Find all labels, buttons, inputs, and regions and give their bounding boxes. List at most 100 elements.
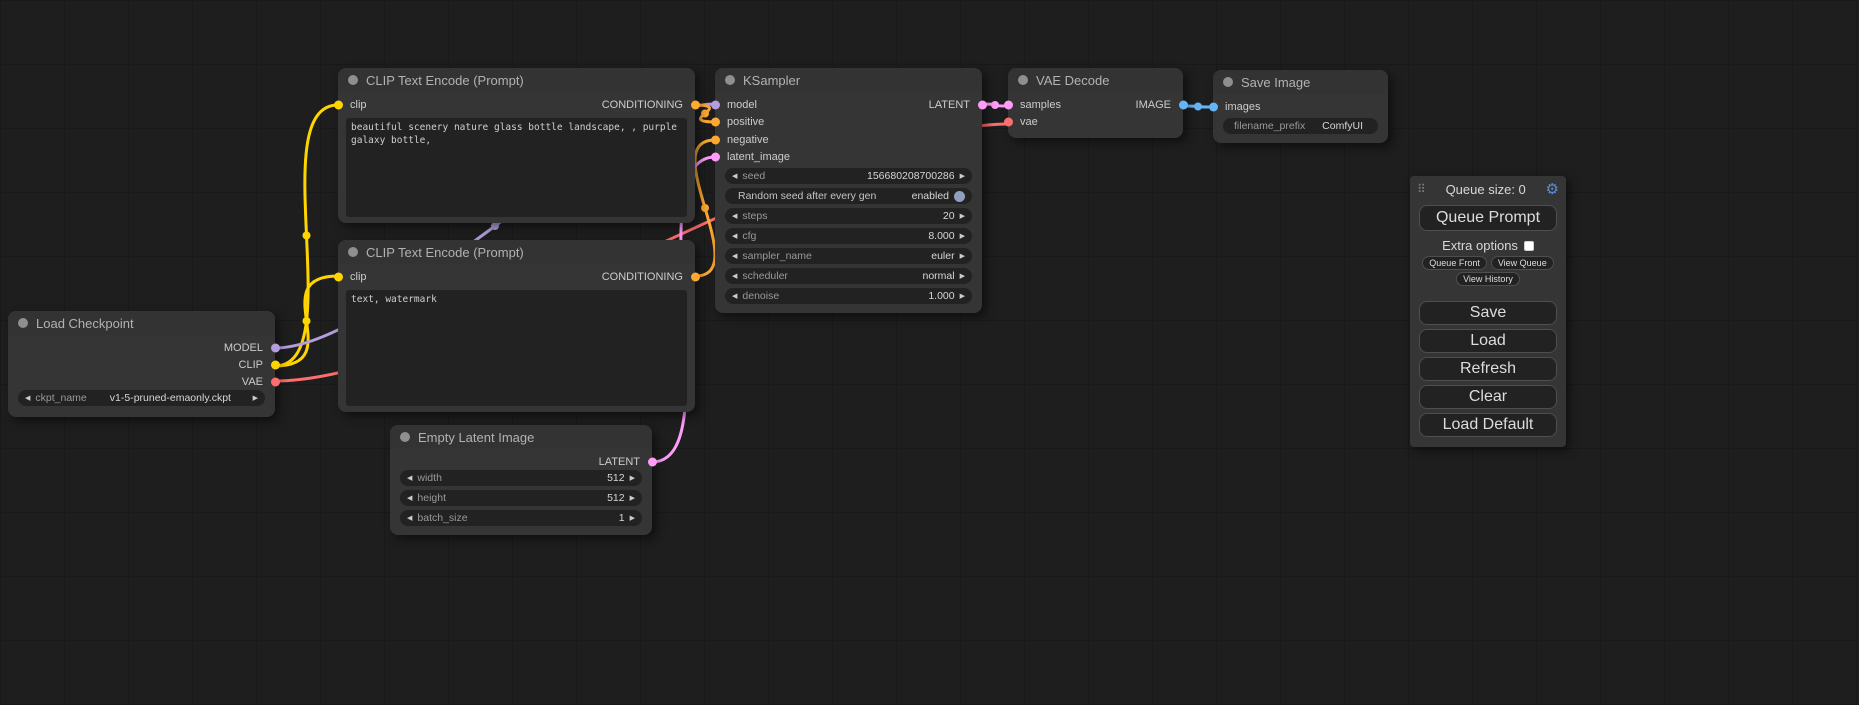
negative-input-port[interactable] — [711, 135, 720, 144]
decrement-arrow-icon[interactable]: ◀ — [732, 273, 737, 280]
decrement-arrow-icon[interactable]: ◀ — [732, 173, 737, 180]
vae-input-port[interactable] — [1004, 118, 1013, 127]
drag-handle-icon[interactable]: ⠿ — [1417, 182, 1426, 196]
collapse-dot-icon[interactable] — [348, 247, 358, 257]
view-queue-button[interactable]: View Queue — [1491, 256, 1554, 270]
samples-input-port[interactable] — [1004, 100, 1013, 109]
increment-arrow-icon[interactable]: ▶ — [960, 213, 965, 220]
node-ksampler[interactable]: KSampler model LATENT positive negative … — [715, 68, 982, 313]
node-save-image[interactable]: Save Image images filename_prefix ComfyU… — [1213, 70, 1388, 143]
collapse-dot-icon[interactable] — [725, 75, 735, 85]
increment-arrow-icon[interactable]: ▶ — [630, 495, 635, 502]
latent-output-port[interactable] — [648, 457, 657, 466]
decrement-arrow-icon[interactable]: ◀ — [732, 253, 737, 260]
load-button[interactable]: Load — [1419, 329, 1557, 353]
widget-label: Random seed after every gen — [738, 190, 876, 202]
latent-output-port[interactable] — [978, 100, 987, 109]
extra-options-checkbox[interactable] — [1524, 241, 1534, 251]
clip-output-port[interactable] — [271, 360, 280, 369]
decrement-arrow-icon[interactable]: ◀ — [25, 395, 30, 402]
queue-size-label: Queue size: 0 — [1426, 182, 1546, 197]
collapse-dot-icon[interactable] — [1223, 77, 1233, 87]
image-output-port[interactable] — [1179, 100, 1188, 109]
increment-arrow-icon[interactable]: ▶ — [960, 293, 965, 300]
node-title: Load Checkpoint — [36, 316, 134, 331]
increment-arrow-icon[interactable]: ▶ — [960, 233, 965, 240]
collapse-dot-icon[interactable] — [348, 75, 358, 85]
batch-size-widget[interactable]: ◀ batch_size 1 ▶ — [400, 510, 642, 526]
load-default-button[interactable]: Load Default — [1419, 413, 1557, 437]
decrement-arrow-icon[interactable]: ◀ — [732, 233, 737, 240]
widget-label: cfg — [742, 230, 756, 242]
refresh-button[interactable]: Refresh — [1419, 357, 1557, 381]
collapse-dot-icon[interactable] — [18, 318, 28, 328]
increment-arrow-icon[interactable]: ▶ — [960, 173, 965, 180]
widget-label: batch_size — [417, 512, 467, 524]
denoise-widget[interactable]: ◀ denoise 1.000 ▶ — [725, 288, 972, 304]
node-empty-latent-image[interactable]: Empty Latent Image LATENT ◀ width 512 ▶ … — [390, 425, 652, 535]
cfg-widget[interactable]: ◀ cfg 8.000 ▶ — [725, 228, 972, 244]
queue-front-button[interactable]: Queue Front — [1422, 256, 1487, 270]
ckpt-name-widget[interactable]: ◀ ckpt_name v1-5-pruned-emaonly.ckpt ▶ — [18, 390, 265, 406]
latent-image-input-port[interactable] — [711, 153, 720, 162]
node-title-bar[interactable]: Load Checkpoint — [8, 311, 275, 335]
node-title-bar[interactable]: Empty Latent Image — [390, 425, 652, 449]
negative-prompt-textarea[interactable]: text, watermark — [346, 290, 687, 406]
height-widget[interactable]: ◀ height 512 ▶ — [400, 490, 642, 506]
model-input-port[interactable] — [711, 100, 720, 109]
output-label-latent: LATENT — [599, 456, 640, 468]
decrement-arrow-icon[interactable]: ◀ — [407, 495, 412, 502]
output-label-model: MODEL — [224, 342, 263, 354]
collapse-dot-icon[interactable] — [400, 432, 410, 442]
queue-prompt-button[interactable]: Queue Prompt — [1419, 205, 1557, 231]
decrement-arrow-icon[interactable]: ◀ — [407, 515, 412, 522]
sampler-name-widget[interactable]: ◀ sampler_name euler ▶ — [725, 248, 972, 264]
seed-widget[interactable]: ◀ seed 156680208700286 ▶ — [725, 168, 972, 184]
increment-arrow-icon[interactable]: ▶ — [630, 515, 635, 522]
vae-output-port[interactable] — [271, 377, 280, 386]
width-widget[interactable]: ◀ width 512 ▶ — [400, 470, 642, 486]
increment-arrow-icon[interactable]: ▶ — [630, 475, 635, 482]
node-title-bar[interactable]: CLIP Text Encode (Prompt) — [338, 240, 695, 264]
scheduler-widget[interactable]: ◀ scheduler normal ▶ — [725, 268, 972, 284]
collapse-dot-icon[interactable] — [1018, 75, 1028, 85]
model-output-port[interactable] — [271, 343, 280, 352]
random-seed-toggle-widget[interactable]: Random seed after every gen enabled — [725, 188, 972, 204]
clear-button[interactable]: Clear — [1419, 385, 1557, 409]
node-title-bar[interactable]: VAE Decode — [1008, 68, 1183, 92]
node-load-checkpoint[interactable]: Load Checkpoint MODEL CLIP VAE ◀ ckpt_na… — [8, 311, 275, 417]
increment-arrow-icon[interactable]: ▶ — [253, 395, 258, 402]
decrement-arrow-icon[interactable]: ◀ — [732, 213, 737, 220]
wire-dot-negative — [701, 204, 709, 212]
save-button[interactable]: Save — [1419, 301, 1557, 325]
decrement-arrow-icon[interactable]: ◀ — [407, 475, 412, 482]
comfy-menu-panel[interactable]: ⠿ Queue size: 0 ⚙ Queue Prompt Extra opt… — [1410, 176, 1566, 447]
positive-input-port[interactable] — [711, 118, 720, 127]
widget-value: v1-5-pruned-emaonly.ckpt — [110, 392, 231, 404]
view-history-button[interactable]: View History — [1456, 272, 1520, 286]
settings-gear-icon[interactable]: ⚙ — [1546, 180, 1559, 198]
images-input-port[interactable] — [1209, 102, 1218, 111]
toggle-dot-icon[interactable] — [954, 191, 965, 202]
node-title-bar[interactable]: Save Image — [1213, 70, 1388, 94]
filename-prefix-widget[interactable]: filename_prefix ComfyUI — [1223, 118, 1378, 134]
widget-label: seed — [742, 170, 765, 182]
node-title-bar[interactable]: CLIP Text Encode (Prompt) — [338, 68, 695, 92]
node-clip-text-encode-positive[interactable]: CLIP Text Encode (Prompt) clip CONDITION… — [338, 68, 695, 223]
node-title-bar[interactable]: KSampler — [715, 68, 982, 92]
node-clip-text-encode-negative[interactable]: CLIP Text Encode (Prompt) clip CONDITION… — [338, 240, 695, 412]
widget-value: 156680208700286 — [867, 170, 955, 182]
clip-input-port[interactable] — [334, 100, 343, 109]
conditioning-output-port[interactable] — [691, 272, 700, 281]
widget-label: ckpt_name — [35, 392, 86, 404]
positive-prompt-textarea[interactable]: beautiful scenery nature glass bottle la… — [346, 118, 687, 217]
clip-input-port[interactable] — [334, 272, 343, 281]
steps-widget[interactable]: ◀ steps 20 ▶ — [725, 208, 972, 224]
widget-value: 8.000 — [928, 230, 954, 242]
node-graph-canvas[interactable]: Load Checkpoint MODEL CLIP VAE ◀ ckpt_na… — [0, 0, 1859, 705]
conditioning-output-port[interactable] — [691, 100, 700, 109]
node-vae-decode[interactable]: VAE Decode samples IMAGE vae — [1008, 68, 1183, 138]
increment-arrow-icon[interactable]: ▶ — [960, 273, 965, 280]
decrement-arrow-icon[interactable]: ◀ — [732, 293, 737, 300]
increment-arrow-icon[interactable]: ▶ — [960, 253, 965, 260]
